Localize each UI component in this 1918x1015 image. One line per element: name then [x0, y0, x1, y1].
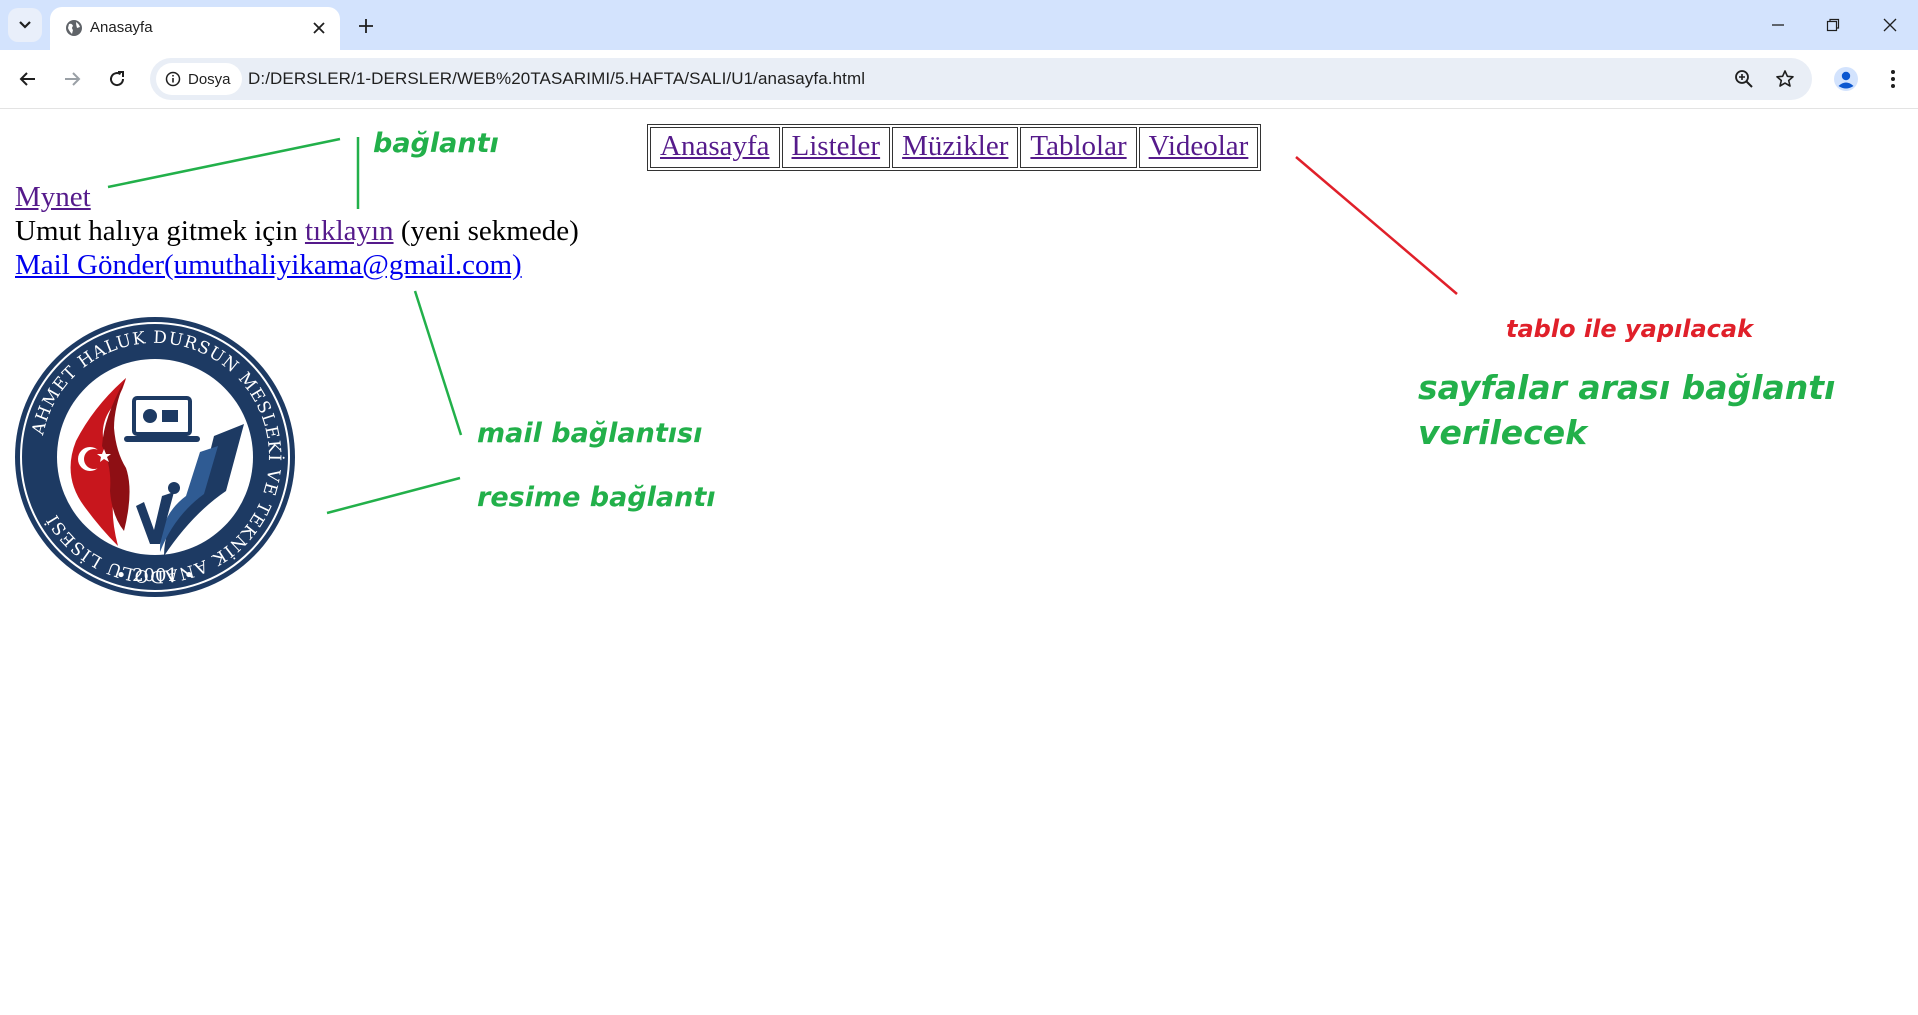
- annotation-tablo-ile: tablo ile yapılacak: [1506, 315, 1754, 343]
- nav-cell-tablolar: Tablolar: [1020, 127, 1137, 168]
- forward-button[interactable]: [56, 63, 88, 95]
- restore-icon: [1826, 18, 1840, 32]
- minimize-icon: [1772, 24, 1784, 26]
- bookmark-button[interactable]: [1772, 66, 1798, 92]
- globe-icon: [66, 20, 82, 36]
- minimize-button[interactable]: [1763, 10, 1793, 40]
- mail-link[interactable]: Mail Gönder(umuthaliyikama@gmail.com): [15, 249, 522, 281]
- nav-cell-listeler: Listeler: [781, 127, 891, 168]
- nav-link-videolar[interactable]: Videolar: [1149, 130, 1249, 162]
- address-bar[interactable]: Dosya D:/DERSLER/1-DERSLER/WEB%20TASARIM…: [150, 58, 1812, 100]
- mail-link-address: (umuthaliyikama@gmail.com): [164, 249, 522, 281]
- chevron-down-icon: [19, 21, 31, 29]
- close-icon: [1883, 18, 1897, 32]
- nav-link-muzikler[interactable]: Müzikler: [902, 130, 1008, 162]
- new-tab-button[interactable]: [352, 12, 380, 40]
- active-tab[interactable]: Anasayfa: [50, 7, 340, 50]
- arrow-left-icon: [19, 72, 35, 86]
- reload-button[interactable]: [101, 63, 133, 95]
- more-vert-icon: [1891, 70, 1895, 88]
- tiklayin-link[interactable]: tıklayın: [305, 215, 394, 247]
- mail-link-label: Mail Gönder: [15, 249, 164, 281]
- umut-hali-line: Umut halıya gitmek için tıklayın (yeni s…: [15, 215, 579, 248]
- line2-prefix: Umut halıya gitmek için: [15, 215, 305, 247]
- annotation-resime-baglanti: resime bağlantı: [477, 482, 716, 513]
- tab-search-button[interactable]: [8, 8, 42, 42]
- back-button[interactable]: [12, 63, 44, 95]
- restore-button[interactable]: [1818, 10, 1848, 40]
- mynet-link[interactable]: Mynet: [15, 181, 91, 214]
- browser-toolbar: Dosya D:/DERSLER/1-DERSLER/WEB%20TASARIM…: [0, 50, 1918, 109]
- tab-strip: Anasayfa: [0, 0, 1918, 50]
- close-window-button[interactable]: [1875, 10, 1905, 40]
- nav-link-tablolar[interactable]: Tablolar: [1030, 130, 1126, 162]
- plus-icon: [359, 19, 373, 33]
- annotation-sayfalar-line1: sayfalar arası bağlantı: [1418, 368, 1836, 407]
- avatar-icon: [1834, 67, 1858, 91]
- star-icon: [1776, 70, 1794, 87]
- site-info-chip[interactable]: Dosya: [156, 63, 242, 95]
- tab-close-button[interactable]: [308, 17, 330, 39]
- line2-suffix: (yeni sekmede): [393, 215, 579, 247]
- logo-year: • 2001 •: [116, 565, 195, 586]
- nav-cell-anasayfa: Anasayfa: [650, 127, 780, 168]
- annotation-sayfalar-line2: verilecek: [1418, 413, 1588, 452]
- zoom-button[interactable]: [1731, 66, 1757, 92]
- site-chip-label: Dosya: [188, 70, 231, 88]
- nav-link-anasayfa[interactable]: Anasayfa: [660, 130, 770, 162]
- mail-line: Mail Gönder(umuthaliyikama@gmail.com): [15, 249, 522, 282]
- menu-button[interactable]: [1877, 63, 1909, 95]
- profile-button[interactable]: [1830, 63, 1862, 95]
- page-content: Mynet Umut halıya gitmek için tıklayın (…: [0, 109, 1918, 1015]
- arrow-right-icon: [65, 72, 81, 86]
- nav-table: Anasayfa Listeler Müzikler Tablolar Vide…: [647, 124, 1262, 171]
- close-icon: [313, 22, 325, 34]
- info-icon: [164, 70, 182, 88]
- tab-title: Anasayfa: [90, 19, 153, 36]
- zoom-in-icon: [1735, 70, 1753, 88]
- school-logo-image[interactable]: AHMET HALUK DURSUN MESLEKİ VE TEKNİK ANA…: [14, 316, 296, 598]
- nav-cell-videolar: Videolar: [1138, 127, 1259, 168]
- reload-icon: [110, 71, 125, 87]
- nav-link-listeler[interactable]: Listeler: [792, 130, 881, 162]
- url-text[interactable]: D:/DERSLER/1-DERSLER/WEB%20TASARIMI/5.HA…: [248, 69, 865, 89]
- annotation-mail-baglantisi: mail bağlantısı: [477, 418, 703, 449]
- annotation-baglanti: bağlantı: [373, 128, 499, 159]
- nav-cell-muzikler: Müzikler: [892, 127, 1019, 168]
